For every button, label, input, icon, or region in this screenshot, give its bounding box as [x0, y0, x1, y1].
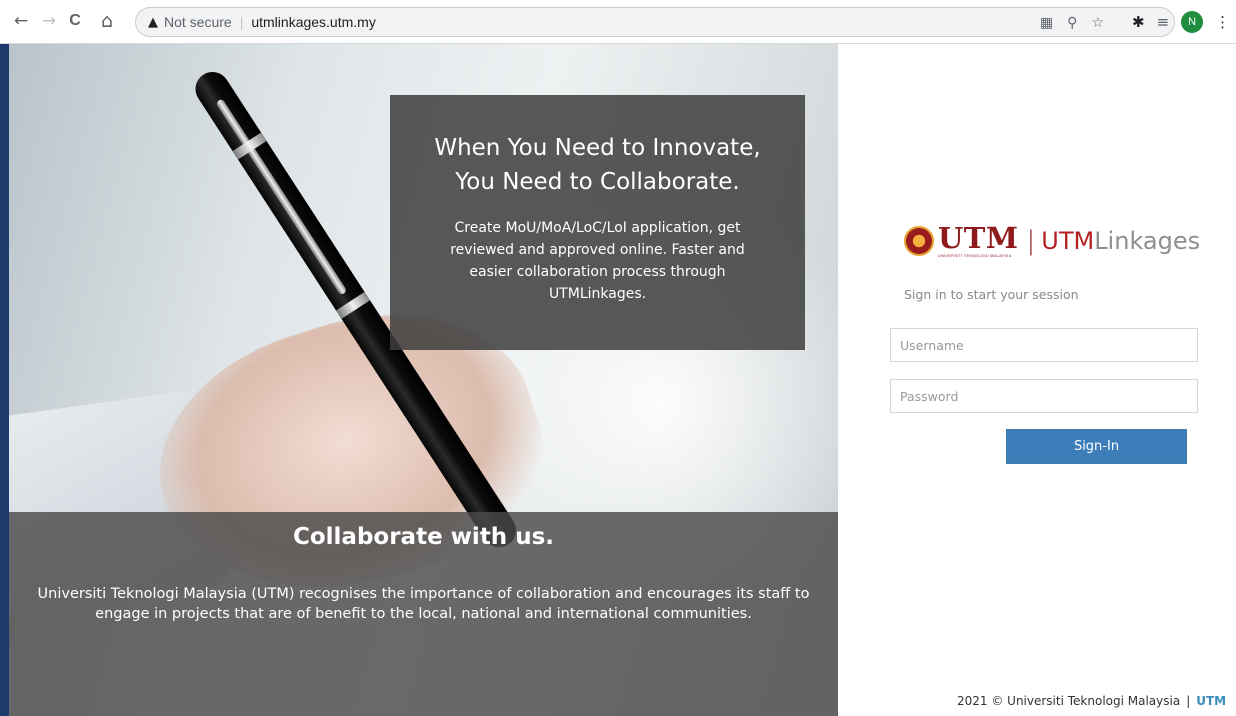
bookmark-star-icon[interactable]: ☆: [1091, 15, 1104, 31]
utm-footer-link[interactable]: UTM: [1196, 694, 1226, 708]
hero-headline: When You Need to Innovate, You Need to C…: [434, 135, 761, 195]
reading-list-icon[interactable]: ≡: [1157, 13, 1170, 31]
browser-toolbar: ← → C ⌂ ▲ Not secure | utmlinkages.utm.m…: [0, 0, 1236, 44]
extensions-icon[interactable]: ✱: [1132, 13, 1145, 31]
footer: 2021 © Universiti Teknologi Malaysia | UTM: [957, 694, 1226, 708]
utm-wordmark: UTM UNIVERSITI TEKNOLOGI MALAYSIA: [938, 221, 1019, 259]
username-input[interactable]: [890, 328, 1198, 362]
pen-band: [336, 291, 371, 319]
brand-name: UTMLinkages: [1041, 227, 1200, 255]
home-icon[interactable]: ⌂: [96, 10, 118, 32]
url-text[interactable]: utmlinkages.utm.my: [251, 14, 375, 30]
back-icon[interactable]: ←: [10, 10, 32, 32]
zoom-icon[interactable]: ⚲: [1067, 15, 1077, 31]
brand-rest: Linkages: [1094, 227, 1201, 255]
copyright-text: 2021 © Universiti Teknologi Malaysia: [957, 694, 1181, 708]
profile-avatar[interactable]: N: [1181, 11, 1204, 33]
security-label[interactable]: Not secure: [164, 14, 232, 30]
pen-clip: [215, 98, 348, 296]
login-panel: UTM UNIVERSITI TEKNOLOGI MALAYSIA | UTML…: [838, 44, 1236, 716]
password-input[interactable]: [890, 379, 1198, 413]
collaborate-text: Universiti Teknologi Malaysia (UTM) reco…: [37, 586, 810, 622]
utm-logo-subtext: UNIVERSITI TEKNOLOGI MALAYSIA: [938, 253, 1012, 258]
qr-code-icon[interactable]: ▦: [1040, 15, 1053, 31]
brand-separator: |: [1026, 226, 1036, 256]
forward-icon[interactable]: →: [38, 10, 60, 32]
login-message: Sign in to start your session: [904, 287, 1079, 302]
brand-accent: UTM: [1041, 227, 1095, 255]
hero-description: Create MoU/MoA/LoC/LoI application, get …: [450, 220, 745, 302]
brand-logo: UTM UNIVERSITI TEKNOLOGI MALAYSIA | UTML…: [904, 224, 1200, 258]
address-separator: |: [239, 14, 244, 30]
collaborate-title: Collaborate with us.: [292, 524, 554, 550]
reload-icon[interactable]: C: [64, 10, 86, 32]
security-warning-icon[interactable]: ▲: [148, 15, 158, 30]
hero-message-box: When You Need to Innovate, You Need to C…: [390, 95, 805, 350]
menu-icon[interactable]: ⋮: [1215, 13, 1230, 31]
address-bar[interactable]: ▲ Not secure | utmlinkages.utm.my ▦ ⚲ ☆: [135, 7, 1175, 37]
utm-logo-text: UTM: [938, 221, 1019, 255]
collaborate-banner: Collaborate with us. Universiti Teknolog…: [9, 512, 838, 716]
window-edge: [0, 44, 9, 716]
footer-separator: |: [1186, 694, 1191, 708]
utm-seal-icon: [904, 226, 934, 256]
sign-in-button[interactable]: Sign-In: [1006, 429, 1187, 464]
